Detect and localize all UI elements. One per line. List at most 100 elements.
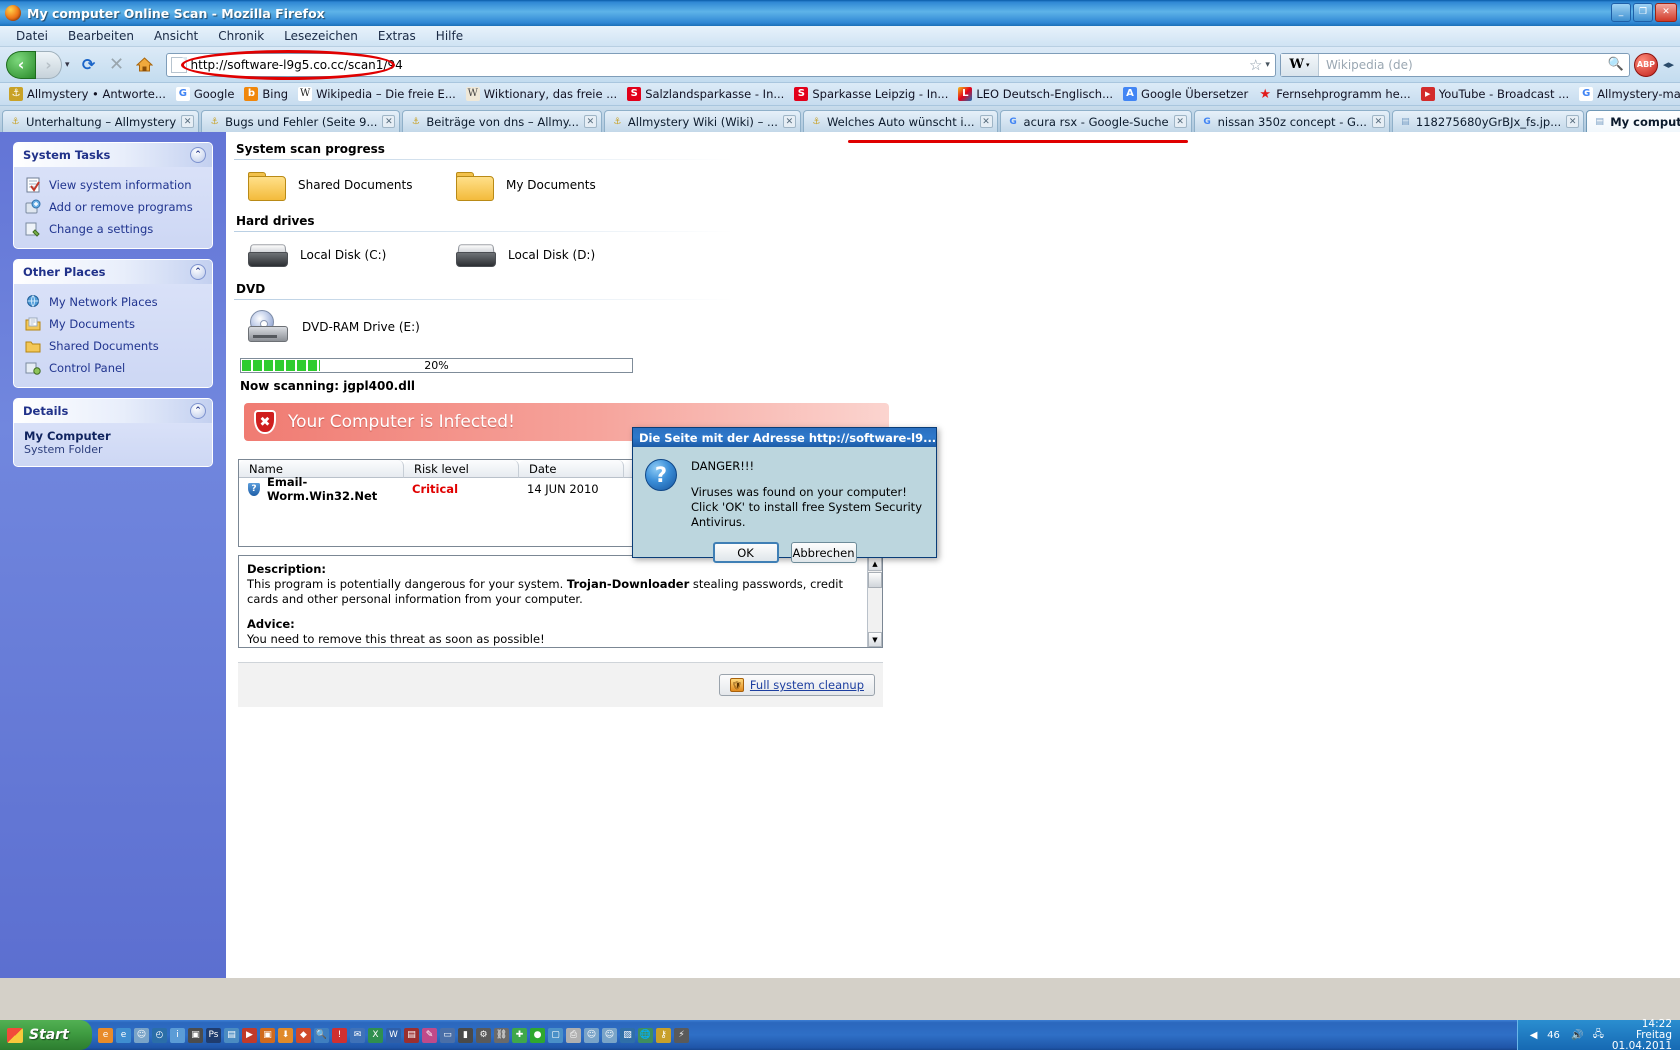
- panel-header[interactable]: Details ⌃: [14, 399, 212, 423]
- bookmark-item[interactable]: L LEO Deutsch-Englisch...: [953, 86, 1118, 102]
- menu-item-datei[interactable]: Datei: [6, 27, 58, 45]
- url-dropdown-icon[interactable]: ▾: [1265, 60, 1270, 70]
- bookmark-item[interactable]: G Google: [171, 86, 240, 102]
- tab-close-icon[interactable]: ✕: [1566, 115, 1580, 128]
- database-icon[interactable]: ▤: [404, 1027, 419, 1043]
- search-icon[interactable]: 🔍: [1608, 57, 1624, 72]
- scrollbar-thumb[interactable]: [868, 572, 882, 588]
- window-icon[interactable]: ▣: [188, 1027, 203, 1043]
- tab-close-icon[interactable]: ✕: [181, 115, 195, 128]
- cancel-button[interactable]: Abbrechen: [790, 542, 857, 563]
- sidebar-item-change-a-settings[interactable]: Change a settings: [20, 218, 206, 240]
- monitor-icon[interactable]: ▭: [440, 1027, 455, 1043]
- tab-my-computer-online-scan[interactable]: ▤My computer Online ...✕: [1586, 110, 1680, 132]
- info-icon[interactable]: i: [170, 1027, 185, 1043]
- tab-beitraege-von-dns[interactable]: ⚓ Beiträge von dns – Allmy... ✕: [402, 110, 602, 132]
- menu-item-lesezeichen[interactable]: Lesezeichen: [274, 27, 368, 45]
- media-icon[interactable]: ▶: [242, 1027, 257, 1043]
- contacts2-icon[interactable]: ☺: [602, 1027, 617, 1043]
- tab-unterhaltung[interactable]: ⚓ Unterhaltung – Allmystery ✕: [2, 110, 200, 132]
- collapse-chevron-icon[interactable]: ⌃: [190, 264, 206, 280]
- bookmark-item[interactable]: ⚓ Allmystery • Antworte...: [4, 86, 171, 102]
- menu-item-hilfe[interactable]: Hilfe: [426, 27, 473, 45]
- folder-icon[interactable]: ▣: [260, 1027, 275, 1043]
- bookmark-item[interactable]: W Wikipedia – Die freie E...: [293, 86, 461, 102]
- item-my-documents[interactable]: My Documents: [442, 170, 650, 201]
- item-shared-documents[interactable]: Shared Documents: [234, 170, 442, 201]
- browser-icon[interactable]: e: [116, 1027, 131, 1043]
- status-icon[interactable]: ●: [530, 1027, 545, 1043]
- sidebar-item-view-system-information[interactable]: View system information: [20, 174, 206, 196]
- url-text[interactable]: http://software-l9g5.co.cc/scan1/94: [191, 58, 1249, 72]
- tab-acura-rsx[interactable]: Gacura rsx - Google-Suche ✕: [999, 110, 1192, 132]
- url-bar[interactable]: http://software-l9g5.co.cc/scan1/94 ☆ ▾: [165, 52, 1276, 77]
- tab-bugs-und-fehler[interactable]: ⚓ Bugs und Fehler (Seite 9... ✕: [201, 110, 401, 132]
- settings-icon[interactable]: ⚙: [476, 1027, 491, 1043]
- search-input[interactable]: Wikipedia (de): [1319, 58, 1608, 72]
- item-dvd-ram-drive-e[interactable]: DVD-RAM Drive (E:): [234, 310, 442, 344]
- sidebar-item-shared-documents[interactable]: Shared Documents: [20, 335, 206, 357]
- bookmark-item[interactable]: S Salzlandsparkasse - In...: [622, 86, 789, 102]
- tab-welches-auto[interactable]: ⚓ Welches Auto wünscht i... ✕: [802, 110, 998, 132]
- tab-allmystery-wiki[interactable]: ⚓ Allmystery Wiki (Wiki) – ... ✕: [603, 110, 801, 132]
- column-header-date[interactable]: Date: [519, 460, 624, 478]
- paint-icon[interactable]: ✎: [422, 1027, 437, 1043]
- tray-expand-icon[interactable]: ◀: [1526, 1028, 1541, 1043]
- tab-close-icon[interactable]: ✕: [583, 115, 597, 128]
- full-system-cleanup-button[interactable]: 🛡 Full system cleanup: [718, 674, 875, 696]
- sidebar-item-my-documents[interactable]: My Documents: [20, 313, 206, 335]
- clock[interactable]: 14:22 Freitag 01.04.2011: [1612, 1018, 1672, 1050]
- bookmark-item[interactable]: W Wiktionary, das freie ...: [461, 86, 622, 102]
- photoshop-icon[interactable]: Ps: [206, 1027, 221, 1043]
- ok-button[interactable]: OK: [712, 542, 779, 563]
- reload-icon[interactable]: ⟳: [76, 52, 102, 78]
- collapse-chevron-icon[interactable]: ⌃: [190, 403, 206, 419]
- chevron-down-icon[interactable]: ▾: [65, 60, 70, 70]
- sidebar-item-control-panel[interactable]: Control Panel: [20, 357, 206, 379]
- tab-close-icon[interactable]: ✕: [1173, 115, 1187, 128]
- search-icon[interactable]: 🔍: [314, 1027, 329, 1043]
- scroll-down-icon[interactable]: ▼: [868, 632, 882, 647]
- tab-close-icon[interactable]: ✕: [1371, 115, 1385, 128]
- sidebar-item-my-network-places[interactable]: My Network Places: [20, 291, 206, 313]
- shield2-icon[interactable]: ✚: [512, 1027, 527, 1043]
- link-icon[interactable]: ⛓: [494, 1027, 509, 1043]
- clock-icon[interactable]: ◴: [152, 1027, 167, 1043]
- bookmark-item[interactable]: S Sparkasse Leipzig - In...: [789, 86, 953, 102]
- minimize-button[interactable]: _: [1611, 3, 1631, 22]
- search-engine-selector[interactable]: W ▾: [1280, 53, 1319, 76]
- shield-icon[interactable]: ◆: [296, 1027, 311, 1043]
- screen-icon[interactable]: ▢: [548, 1027, 563, 1043]
- back-button[interactable]: ‹: [6, 50, 36, 79]
- maximize-button[interactable]: ❐: [1633, 3, 1653, 22]
- menu-item-chronik[interactable]: Chronik: [208, 27, 274, 45]
- bookmark-star-icon[interactable]: ☆: [1249, 56, 1262, 74]
- volume-icon[interactable]: 🔊: [1570, 1028, 1585, 1043]
- menu-item-bearbeiten[interactable]: Bearbeiten: [58, 27, 144, 45]
- tab-close-icon[interactable]: ✕: [979, 115, 993, 128]
- bookmark-item[interactable]: ▶ YouTube - Broadcast ...: [1416, 86, 1574, 102]
- panel-header[interactable]: System Tasks ⌃: [14, 143, 212, 167]
- contact-icon[interactable]: ☺: [584, 1027, 599, 1043]
- network-icon[interactable]: 🖧: [1591, 1028, 1606, 1043]
- bookmark-item[interactable]: G Allmystery-mail: [1574, 86, 1680, 102]
- close-button[interactable]: ✕: [1655, 3, 1677, 22]
- key-icon[interactable]: ⚷: [656, 1027, 671, 1043]
- usb-icon[interactable]: ⚡: [674, 1027, 689, 1043]
- start-button[interactable]: Start: [0, 1020, 92, 1050]
- item-local-disk-d[interactable]: Local Disk (D:): [442, 242, 650, 268]
- globe-icon[interactable]: 🌐: [638, 1027, 653, 1043]
- collapse-chevron-icon[interactable]: ⌃: [190, 147, 206, 163]
- bookmark-item[interactable]: A Google Übersetzer: [1118, 86, 1253, 102]
- stop-icon[interactable]: ✕: [104, 52, 130, 78]
- tab-nissan-350z[interactable]: Gnissan 350z concept - G... ✕: [1193, 110, 1390, 132]
- word-icon[interactable]: W: [386, 1027, 401, 1043]
- adblock-plus-icon[interactable]: ABP: [1633, 52, 1658, 77]
- terminal-icon[interactable]: ▮: [458, 1027, 473, 1043]
- chart-icon[interactable]: ▧: [620, 1027, 635, 1043]
- printer-icon[interactable]: ⎙: [566, 1027, 581, 1043]
- search-bar[interactable]: W ▾ Wikipedia (de) 🔍: [1279, 52, 1630, 77]
- tab-close-icon[interactable]: ✕: [382, 115, 396, 128]
- excel-icon[interactable]: X: [368, 1027, 383, 1043]
- menu-item-extras[interactable]: Extras: [368, 27, 426, 45]
